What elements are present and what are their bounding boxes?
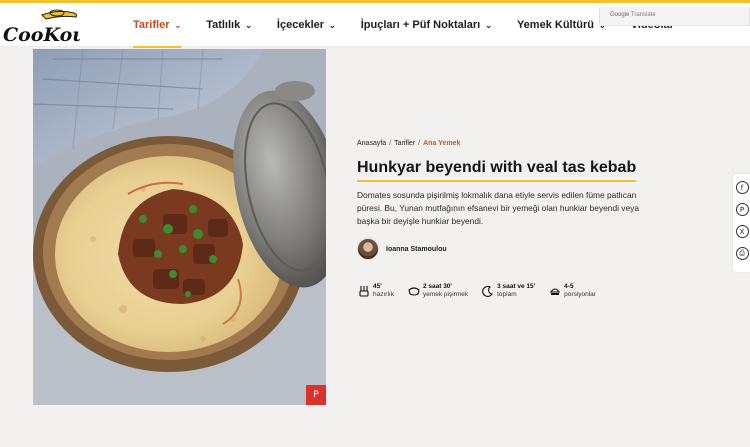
recipe-description: Domates sosunda pişirilmiş lokmalık dana… [357, 190, 639, 226]
chevron-down-icon: ⌄ [245, 20, 252, 30]
nav-label: Tarifler [133, 19, 170, 31]
breadcrumb-tarifler[interactable]: Tarifler [394, 140, 415, 147]
author-block[interactable]: Ioanna Stamoulou [357, 238, 657, 260]
breadcrumb: Anasayfa / Tarifler / Ana Yemek [357, 140, 657, 147]
translate-brand: Google [610, 12, 630, 18]
avatar[interactable] [357, 238, 379, 260]
stat-label: porsiyonlar [564, 290, 596, 298]
stat-label: hazırlık [373, 290, 394, 298]
stat-total: 3 saat ve 15' toplam [482, 283, 535, 298]
chevron-down-icon: ⌄ [174, 20, 182, 30]
breadcrumb-current[interactable]: Ana Yemek [423, 140, 460, 147]
nav-item-tatlilik[interactable]: Tatlılık ⌄ [206, 3, 252, 47]
recipe-stats: 45' hazırlık 2 saat 30' yemek pişirmek 3… [358, 283, 610, 298]
breadcrumb-home[interactable]: Anasayfa [357, 140, 386, 147]
google-translate-widget[interactable]: Google Translate [599, 7, 750, 26]
cookout-logo[interactable]: CooKout [2, 7, 80, 47]
stat-value: 4-5 [564, 283, 574, 290]
facebook-icon[interactable]: f [735, 181, 749, 194]
chevron-down-icon: ⌄ [329, 20, 336, 30]
recipe-photo [33, 49, 326, 405]
nav-label: İpuçları + Püf Noktaları [360, 19, 481, 31]
pot-icon [408, 287, 420, 296]
chevron-down-icon: ⌄ [485, 20, 492, 30]
moon-clock-icon [482, 285, 494, 297]
stat-value: 45' [373, 283, 382, 290]
recipe-title: Hunkyar beyendi with veal tas kebab [357, 159, 637, 182]
stat-value: 2 saat 30' [422, 283, 452, 290]
share-sidebar: f P X ⎙ [733, 174, 750, 272]
stat-cook: 2 saat 30' yemek pişirmek [408, 283, 468, 298]
breadcrumb-separator: / [418, 140, 421, 147]
nav-item-ipuclari[interactable]: İpuçları + Püf Noktaları ⌄ [361, 3, 492, 47]
stat-servings: 4-5 porsiyonlar [549, 283, 596, 298]
print-icon[interactable]: ⎙ [735, 247, 749, 260]
nav-item-icecekler[interactable]: İçecekler ⌄ [277, 3, 336, 47]
site-header: CooKout Tarifler ⌄ Tatlılık ⌄ İçecekler … [0, 3, 750, 48]
x-icon[interactable]: X [735, 225, 749, 238]
nav-label: İçecekler [276, 19, 325, 31]
stat-value: 3 saat ve 15' [497, 283, 536, 290]
recipe-photo-drawing [33, 49, 326, 405]
nav-item-yemek-kulturu[interactable]: Yemek Kültürü ⌄ [517, 3, 606, 47]
pinterest-save-button[interactable]: P [306, 385, 326, 405]
breadcrumb-separator: / [389, 140, 392, 147]
plate-icon [550, 288, 561, 295]
mixer-icon [359, 286, 369, 297]
recipe-header: Anasayfa / Tarifler / Ana Yemek Hunkyar … [357, 140, 657, 260]
translate-label: Translate [630, 12, 656, 18]
pinterest-icon[interactable]: P [735, 203, 749, 216]
nav-label: Tatlılık [206, 19, 241, 31]
logo-text: CooKout [3, 24, 80, 46]
stat-label: yemek pişirmek [422, 290, 469, 298]
pinterest-icon: P [313, 390, 319, 400]
stat-label: toplam [497, 290, 517, 298]
nav-item-tarifler[interactable]: Tarifler ⌄ [133, 3, 182, 48]
author-name[interactable]: Ioanna Stamoulou [386, 246, 447, 253]
stat-prep: 45' hazırlık [358, 283, 394, 298]
nav-label: Yemek Kültürü [516, 19, 594, 31]
